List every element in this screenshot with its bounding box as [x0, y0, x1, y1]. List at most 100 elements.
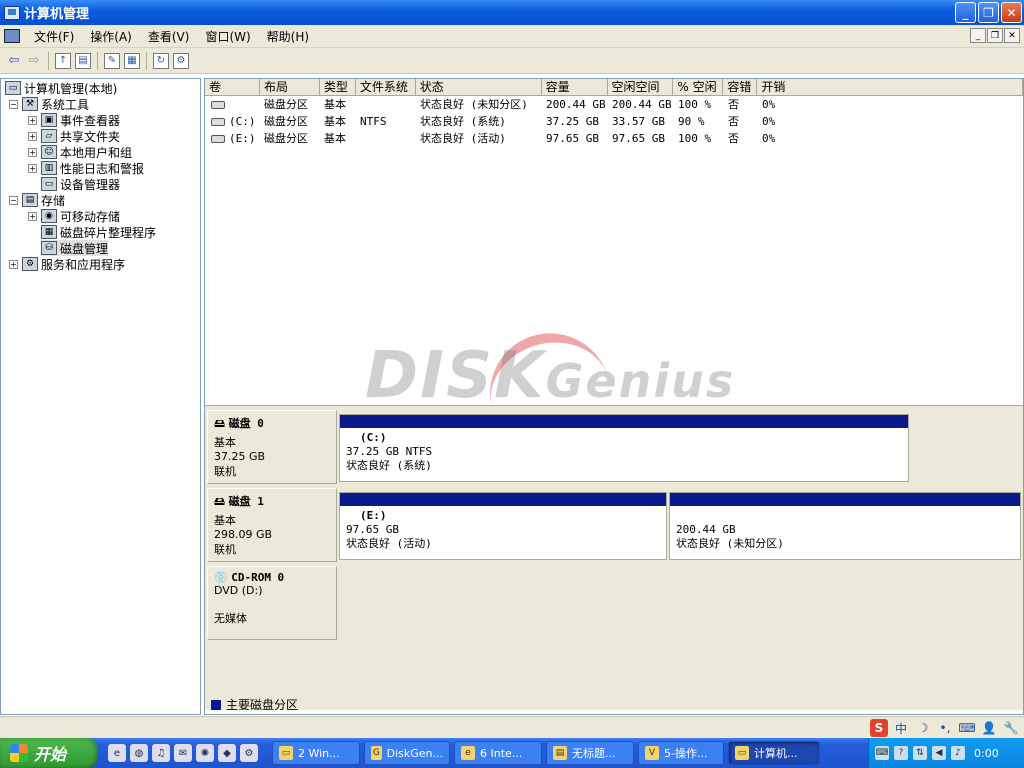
punctuation-icon[interactable]: •,	[936, 719, 954, 737]
forward-arrow-icon[interactable]: ⇨	[24, 51, 44, 71]
users-icon: ☺	[41, 145, 57, 159]
expand-icon[interactable]: +	[28, 211, 37, 221]
keyboard-tray-icon[interactable]: ⌨	[875, 746, 889, 760]
collapse-icon[interactable]: −	[9, 195, 18, 205]
task-windows-explorer[interactable]: ▭ 2 Win...	[272, 741, 360, 765]
volume-row[interactable]: (C:) 磁盘分区 基本 NTFS 状态良好 (系统) 37.25 GB 33.…	[205, 113, 798, 130]
status-bar: S 中 ☽ •, ⌨ 👤 🔧	[0, 716, 1024, 738]
settings-icon[interactable]: ⚙	[173, 52, 189, 69]
restore-button[interactable]: ❐	[978, 2, 999, 23]
column-header-filesystem[interactable]: 文件系统	[356, 79, 416, 96]
keyboard-icon[interactable]: ⌨	[958, 719, 976, 737]
column-header-fault-tolerance[interactable]: 容错	[723, 79, 758, 96]
expand-icon[interactable]: +	[28, 131, 37, 141]
tree-item-local-users[interactable]: + ☺ 本地用户和组	[28, 144, 132, 160]
cdrom-0-info[interactable]: 💿 CD-ROM 0 DVD (D:) 无媒体	[207, 566, 337, 640]
window-title: 计算机管理	[24, 7, 90, 22]
list-view-icon[interactable]: ▦	[124, 52, 140, 69]
details-pane: 卷 布局 类型 文件系统 状态 容量 空闲空间 % 空闲 容错 开销 磁盘分区 …	[204, 78, 1024, 715]
task-operation[interactable]: V 5-操作...	[638, 741, 724, 765]
task-internet-explorer[interactable]: e6 Inte...	[454, 741, 542, 765]
disk-icon: 🖴	[214, 417, 226, 430]
task-diskgenius[interactable]: G DiskGen...	[364, 741, 450, 765]
up-folder-icon[interactable]: ↑	[55, 52, 71, 69]
chinese-mode-icon[interactable]: 中	[892, 719, 910, 737]
expand-icon[interactable]: +	[28, 163, 37, 173]
disk-1-info[interactable]: 🖴 磁盘 1 基本 298.09 GB 联机	[207, 488, 337, 562]
close-button[interactable]: ✕	[1001, 2, 1022, 23]
shared-folder-icon: ▱	[41, 129, 57, 143]
media-icon[interactable]: ♫	[152, 744, 170, 762]
column-header-capacity[interactable]: 容量	[542, 79, 608, 96]
tree-item-event-viewer[interactable]: + ▣ 事件查看器	[28, 112, 120, 128]
help-icon[interactable]: ?	[894, 746, 908, 760]
tree-item-storage[interactable]: − ▤ 存储	[9, 192, 65, 208]
tree-item-device-manager[interactable]: ▭ 设备管理器	[41, 176, 120, 192]
volume-row[interactable]: (E:) 磁盘分区 基本 状态良好 (活动) 97.65 GB 97.65 GB…	[205, 130, 798, 147]
show-tree-icon[interactable]: ▤	[75, 52, 91, 69]
cdrom-icon: 💿	[214, 571, 228, 584]
expand-icon[interactable]: +	[9, 259, 18, 269]
gear-icon[interactable]: ⚙	[240, 744, 258, 762]
primary-partition-swatch	[211, 699, 221, 710]
refresh-icon[interactable]: ↻	[153, 52, 169, 69]
sogou-ime-icon[interactable]: S	[870, 719, 888, 737]
toolbar-separator	[97, 51, 98, 70]
mail-icon[interactable]: ✉	[174, 744, 192, 762]
network-icon[interactable]: ⇅	[913, 746, 927, 760]
column-header-status[interactable]: 状态	[416, 79, 542, 96]
partition-c[interactable]: (C:) 37.25 GB NTFS 状态良好 (系统)	[339, 414, 909, 482]
app-menu-icon[interactable]	[4, 29, 20, 43]
tree-item-services-apps[interactable]: + ⚙ 服务和应用程序	[9, 256, 125, 272]
tree-item-defragmenter[interactable]: ▦ 磁盘碎片整理程序	[41, 224, 156, 240]
tree-item-performance-logs[interactable]: + ▥ 性能日志和警报	[28, 160, 144, 176]
volume-icon[interactable]: ♪	[951, 746, 965, 760]
start-button[interactable]: 开始	[0, 738, 98, 768]
child-close-button[interactable]: ✕	[1004, 28, 1020, 43]
menu-help[interactable]: 帮助(H)	[259, 28, 317, 45]
column-header-free-space[interactable]: 空闲空间	[608, 79, 674, 96]
removable-storage-icon: ◉	[41, 209, 57, 223]
column-header-overhead[interactable]: 开销	[757, 79, 1023, 96]
volume-list-header: 卷 布局 类型 文件系统 状态 容量 空闲空间 % 空闲 容错 开销	[205, 79, 1023, 96]
volume-icon	[211, 118, 225, 126]
tree-item-system-tools[interactable]: − ⚒ 系统工具	[9, 96, 89, 112]
wrench-icon[interactable]: 🔧	[1002, 719, 1020, 737]
tree-item-root[interactable]: ▭ 计算机管理(本地)	[5, 80, 117, 96]
menu-window[interactable]: 窗口(W)	[197, 28, 258, 45]
properties-icon[interactable]: ✎	[104, 52, 120, 69]
back-arrow-icon[interactable]: ⇦	[4, 51, 24, 71]
back-circle-icon[interactable]: ◀	[932, 746, 946, 760]
column-header-type[interactable]: 类型	[320, 79, 356, 96]
minimize-button[interactable]: _	[955, 2, 976, 23]
firefox-icon[interactable]: ✺	[196, 744, 214, 762]
child-restore-button[interactable]: ❐	[987, 28, 1003, 43]
column-header-volume[interactable]: 卷	[205, 79, 260, 96]
menu-action[interactable]: 操作(A)	[82, 28, 140, 45]
expand-icon[interactable]: +	[28, 147, 37, 157]
child-minimize-button[interactable]: _	[970, 28, 986, 43]
expand-icon[interactable]: +	[28, 115, 37, 125]
disk-0-info[interactable]: 🖴 磁盘 0 基本 37.25 GB 联机	[207, 410, 337, 484]
performance-icon: ▥	[41, 161, 57, 175]
ie-icon[interactable]: e	[108, 744, 126, 762]
task-computer-management[interactable]: ▭ 计算机...	[728, 741, 820, 765]
partition-unknown[interactable]: 200.44 GB 状态良好 (未知分区)	[669, 492, 1021, 560]
halfwidth-icon[interactable]: ☽	[914, 719, 932, 737]
tree-item-disk-management[interactable]: ⛁ 磁盘管理	[41, 240, 109, 256]
browser-icon[interactable]: ◍	[130, 744, 148, 762]
column-header-layout[interactable]: 布局	[260, 79, 320, 96]
partition-e[interactable]: (E:) 97.65 GB 状态良好 (活动)	[339, 492, 667, 560]
column-header-percent-free[interactable]: % 空闲	[673, 79, 724, 96]
menu-file[interactable]: 文件(F)	[26, 28, 82, 45]
collapse-icon[interactable]: −	[9, 99, 18, 109]
user-icon[interactable]: 👤	[980, 719, 998, 737]
services-icon: ⚙	[22, 257, 38, 271]
task-untitled[interactable]: ▤ 无标题...	[546, 741, 634, 765]
menu-view[interactable]: 查看(V)	[140, 28, 198, 45]
app-icon[interactable]: ◆	[218, 744, 236, 762]
tree-item-removable-storage[interactable]: + ◉ 可移动存储	[28, 208, 120, 224]
defrag-icon: ▦	[41, 225, 57, 239]
volume-row[interactable]: 磁盘分区 基本 状态良好 (未知分区) 200.44 GB 200.44 GB …	[205, 96, 798, 113]
tree-item-shared-folders[interactable]: + ▱ 共享文件夹	[28, 128, 120, 144]
